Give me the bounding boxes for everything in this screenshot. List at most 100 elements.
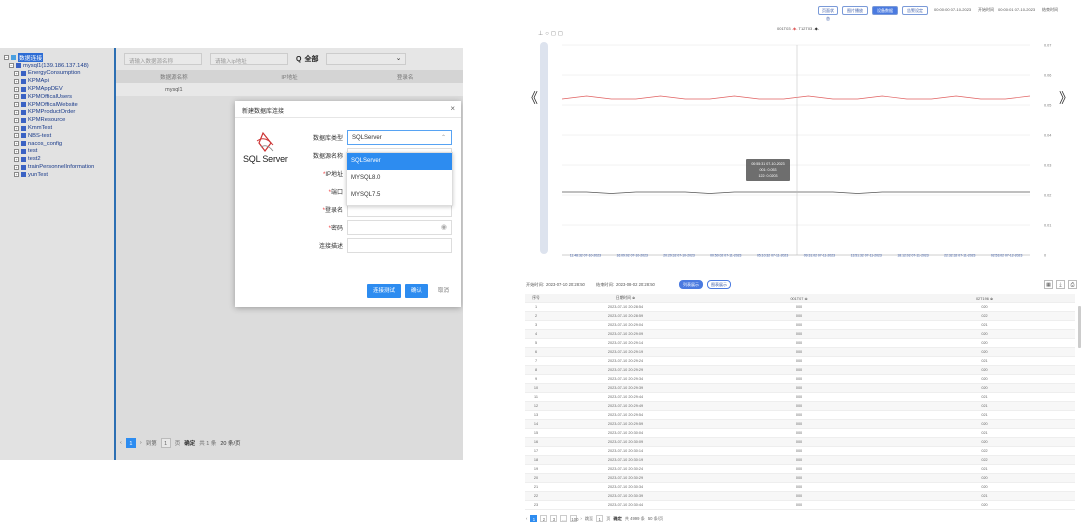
expand-toggle-icon[interactable]: +: [14, 164, 19, 170]
start-time[interactable]: 2023-07-10 20:28:50: [546, 282, 585, 287]
table-row[interactable]: 2 2023-07-10 20:28:59 000 022: [525, 312, 1075, 321]
goto-page-input[interactable]: 1: [160, 438, 171, 448]
page-status-button[interactable]: 页面状态: [818, 6, 838, 21]
page-size-select[interactable]: 50 条/页: [648, 516, 663, 522]
tree-item[interactable]: + KPMApi: [4, 77, 114, 85]
page-button[interactable]: ...: [560, 515, 568, 522]
chart-view-button[interactable]: 图表展示: [707, 280, 731, 289]
test-connection-button[interactable]: 连接测试: [366, 284, 401, 298]
tree-item[interactable]: − mysql1(139.186.137.148): [4, 62, 114, 70]
table-row[interactable]: 10 2023-07-10 20:29:39 000 020: [525, 384, 1075, 393]
datasource-name-input[interactable]: 请输入数据源名称: [124, 53, 202, 65]
field-input[interactable]: ◉: [347, 219, 452, 235]
image-play-button[interactable]: 图片播放: [842, 6, 868, 15]
table-row[interactable]: 3 2023-07-10 20:29:04 000 021: [525, 321, 1075, 330]
expand-toggle-icon[interactable]: +: [14, 148, 19, 154]
page-button[interactable]: 1: [530, 515, 538, 522]
filter-icon[interactable]: ▦: [1044, 280, 1053, 289]
dropdown-option[interactable]: MYSQL8.0: [347, 170, 452, 187]
table-row[interactable]: 21 2023-07-10 20:30:34 000 020: [525, 483, 1075, 492]
tree-item[interactable]: − 数据连接: [4, 53, 114, 63]
tree-item[interactable]: + KPMOfficalWebsite: [4, 101, 114, 109]
type-select[interactable]: [326, 53, 407, 65]
table-row[interactable]: 7 2023-07-10 20:29:24 000 021: [525, 357, 1075, 366]
goto-confirm-button[interactable]: 确定: [613, 516, 621, 522]
device-data-button[interactable]: 设备数据: [872, 6, 898, 15]
table-row[interactable]: 20 2023-07-10 20:30:29 000 020: [525, 474, 1075, 483]
table-row[interactable]: 12 2023-07-10 20:29:49 000 021: [525, 402, 1075, 411]
table-row[interactable]: 5 2023-07-10 20:29:14 000 020: [525, 339, 1075, 348]
goto-confirm-button[interactable]: 确定: [184, 439, 195, 447]
tree-item[interactable]: + KmmTest: [4, 124, 114, 132]
next-page-icon[interactable]: ›: [140, 440, 142, 446]
expand-toggle-icon[interactable]: +: [14, 94, 19, 100]
dropdown-option[interactable]: MYSQL7.5: [347, 187, 452, 204]
download-icon[interactable]: ⤓: [1056, 280, 1065, 289]
tree-item[interactable]: + KPMOfficalUsers: [4, 93, 114, 101]
expand-toggle-icon[interactable]: −: [9, 63, 14, 69]
page-button[interactable]: 2: [540, 515, 548, 522]
tree-item[interactable]: + test: [4, 148, 114, 156]
table-row[interactable]: 13 2023-07-10 20:29:54 000 021: [525, 411, 1075, 420]
table-row[interactable]: 16 2023-07-10 20:30:09 000 020: [525, 438, 1075, 447]
tree-item[interactable]: + KPMResource: [4, 116, 114, 124]
dropdown-option[interactable]: SQLServer: [347, 153, 452, 170]
alarm-setting-button[interactable]: 告警设定: [902, 6, 928, 15]
expand-toggle-icon[interactable]: +: [14, 117, 19, 123]
table-row[interactable]: 9 2023-07-10 20:29:34 000 020: [525, 375, 1075, 384]
expand-toggle-icon[interactable]: −: [4, 55, 9, 61]
table-row[interactable]: 4 2023-07-10 20:29:09 000 020: [525, 330, 1075, 339]
expand-toggle-icon[interactable]: +: [14, 109, 19, 115]
table-row[interactable]: 22 2023-07-10 20:30:39 000 021: [525, 492, 1075, 501]
tree-item[interactable]: + trainPersonnelInformation: [4, 163, 114, 171]
tree-item[interactable]: + KPMProductOrder: [4, 109, 114, 117]
next-chevron-icon[interactable]: 》: [1059, 88, 1073, 108]
table-row[interactable]: 8 2023-07-10 20:29:29 000 020: [525, 366, 1075, 375]
field-input[interactable]: SQLServer ⌃: [347, 129, 452, 145]
page-button[interactable]: 100: [570, 515, 578, 522]
expand-toggle-icon[interactable]: +: [14, 78, 19, 84]
tree-item[interactable]: + yunTest: [4, 171, 114, 179]
expand-toggle-icon[interactable]: +: [14, 141, 19, 147]
confirm-button[interactable]: 确认: [404, 284, 428, 298]
table-row[interactable]: 15 2023-07-10 20:30:04 000 021: [525, 429, 1075, 438]
table-row[interactable]: 11 2023-07-10 20:29:44 000 021: [525, 393, 1075, 402]
close-icon[interactable]: ×: [450, 104, 455, 113]
query-button[interactable]: Q 全部: [296, 54, 318, 64]
table-row[interactable]: 19 2023-07-10 20:30:24 000 021: [525, 465, 1075, 474]
table-row[interactable]: 17 2023-07-10 20:30:14 000 022: [525, 447, 1075, 456]
eye-icon[interactable]: ◉: [441, 223, 447, 231]
expand-toggle-icon[interactable]: +: [14, 86, 19, 92]
page-size-select[interactable]: 20 条/页: [220, 439, 240, 447]
table-row[interactable]: 18 2023-07-10 20:30:19 000 022: [525, 456, 1075, 465]
next-page-icon[interactable]: ›: [580, 516, 581, 521]
field-input[interactable]: [347, 237, 452, 253]
column-header[interactable]: 02T196 ≑: [894, 296, 1075, 301]
expand-toggle-icon[interactable]: +: [14, 70, 19, 76]
print-icon[interactable]: ⎙: [1068, 280, 1077, 289]
tree-item[interactable]: + EnergyConsumption: [4, 70, 114, 78]
end-time[interactable]: 2023-08-02 20:28:50: [616, 282, 655, 287]
table-scrollbar[interactable]: [1078, 306, 1081, 348]
table-row[interactable]: 23 2023-07-10 20:30:44 000 020: [525, 501, 1075, 510]
table-row[interactable]: 14 2023-07-10 20:29:59 000 020: [525, 420, 1075, 429]
tree-item[interactable]: + KPMAppDEV: [4, 85, 114, 93]
table-row[interactable]: 1 2023-07-10 20:28:54 000 020: [525, 303, 1075, 312]
table-row[interactable]: 6 2023-07-10 20:29:19 000 020: [525, 348, 1075, 357]
prev-page-icon[interactable]: ‹: [526, 516, 527, 521]
table-row[interactable]: mysql1: [116, 83, 463, 96]
prev-chevron-icon[interactable]: 《: [524, 88, 538, 108]
expand-toggle-icon[interactable]: +: [14, 102, 19, 108]
expand-toggle-icon[interactable]: +: [14, 133, 19, 139]
expand-toggle-icon[interactable]: +: [14, 156, 19, 162]
cancel-button[interactable]: 取消: [431, 284, 455, 298]
tree-item[interactable]: + NBS-test: [4, 132, 114, 140]
column-header[interactable]: 001T07 ≑: [704, 296, 894, 301]
page-button[interactable]: 3: [550, 515, 558, 522]
goto-page-input[interactable]: 1: [596, 515, 604, 522]
list-view-button[interactable]: 列表展示: [679, 280, 703, 289]
tree-item[interactable]: + test2: [4, 155, 114, 163]
expand-toggle-icon[interactable]: +: [14, 125, 19, 131]
tree-item[interactable]: + nacos_config: [4, 140, 114, 148]
column-header[interactable]: 日期时间 ≑: [547, 295, 704, 301]
